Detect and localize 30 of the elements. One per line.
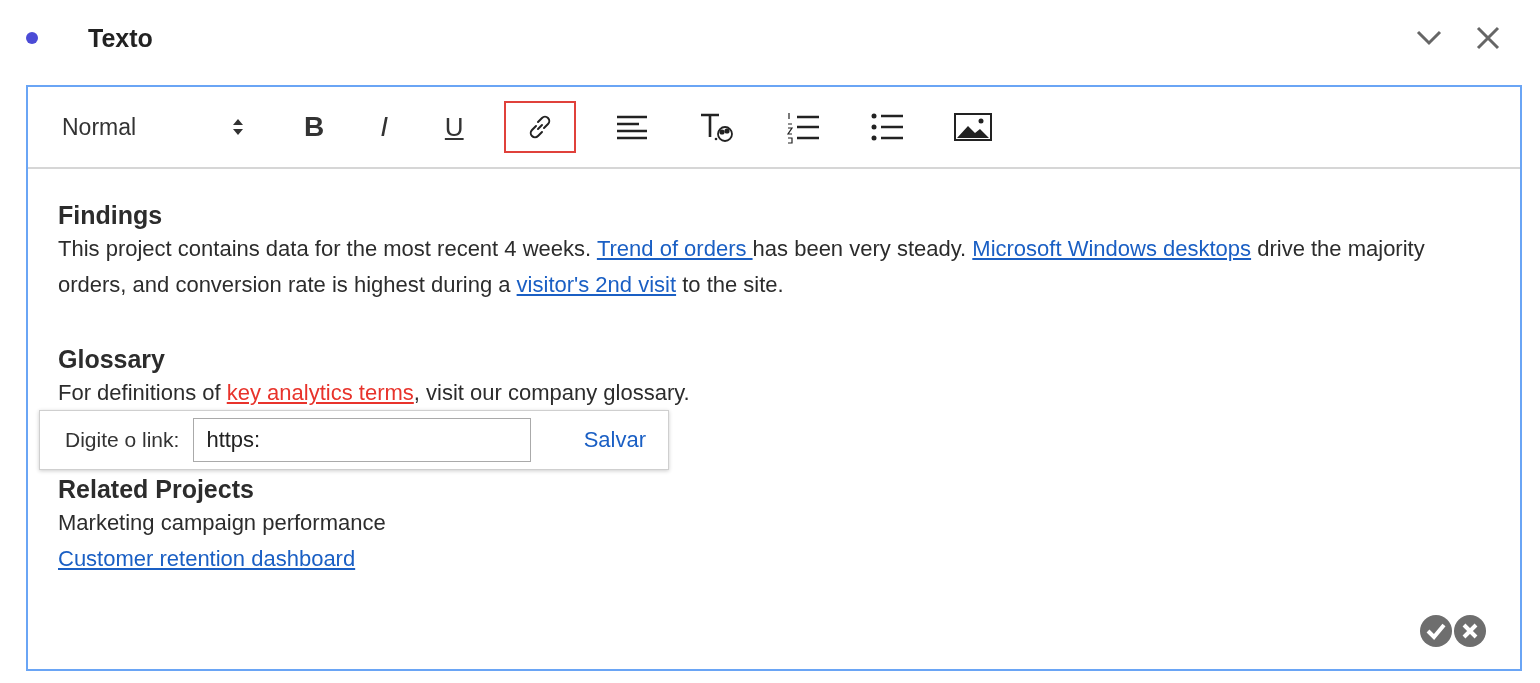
bold-button[interactable]: B xyxy=(294,101,335,153)
link-label: Digite o link: xyxy=(65,428,180,452)
status-dot xyxy=(26,32,38,44)
link[interactable]: Trend of orders xyxy=(596,236,753,261)
panel-title: Texto xyxy=(88,23,153,53)
link[interactable]: key analytics terms xyxy=(226,380,414,405)
underline-button[interactable]: U xyxy=(434,101,475,153)
cancel-icon[interactable] xyxy=(1454,615,1486,647)
section-heading: Findings xyxy=(58,200,164,231)
chevron-down-icon[interactable] xyxy=(1416,30,1442,46)
align-left-icon xyxy=(616,113,649,141)
link[interactable]: visitor's 2nd visit xyxy=(516,272,677,297)
paragraph-style-select[interactable]: Normal xyxy=(62,113,244,141)
link[interactable]: Customer retention dashboard xyxy=(58,546,356,571)
close-icon[interactable] xyxy=(1476,26,1500,50)
up-down-arrows-icon xyxy=(232,117,244,137)
numbered-list-icon xyxy=(786,110,821,144)
bullet-list-icon xyxy=(870,112,905,142)
link-input-field[interactable]: https: xyxy=(193,418,532,462)
link-button[interactable] xyxy=(504,101,577,153)
link[interactable]: Microsoft Windows desktops xyxy=(972,236,1252,261)
save-link-button[interactable]: Salvar xyxy=(575,423,654,457)
paragraph: For definitions of key analytics terms, visit our company glossary. xyxy=(58,379,691,407)
paragraph: Marketing campaign performance xyxy=(58,509,387,537)
section-heading: Related Projects xyxy=(58,474,255,505)
paragraph: This project contains data for the most recent 4 weeks. Trend of orders has been very steady. Microsoft Windows desktops drive the majority orders, and conversion rate is highest during a visitor's 2nd visit to the site. xyxy=(58,235,1426,299)
italic-button[interactable]: I xyxy=(364,101,405,153)
section-heading: Glossary xyxy=(58,344,166,375)
image-icon xyxy=(954,113,993,141)
confirm-icon[interactable] xyxy=(1420,615,1452,647)
